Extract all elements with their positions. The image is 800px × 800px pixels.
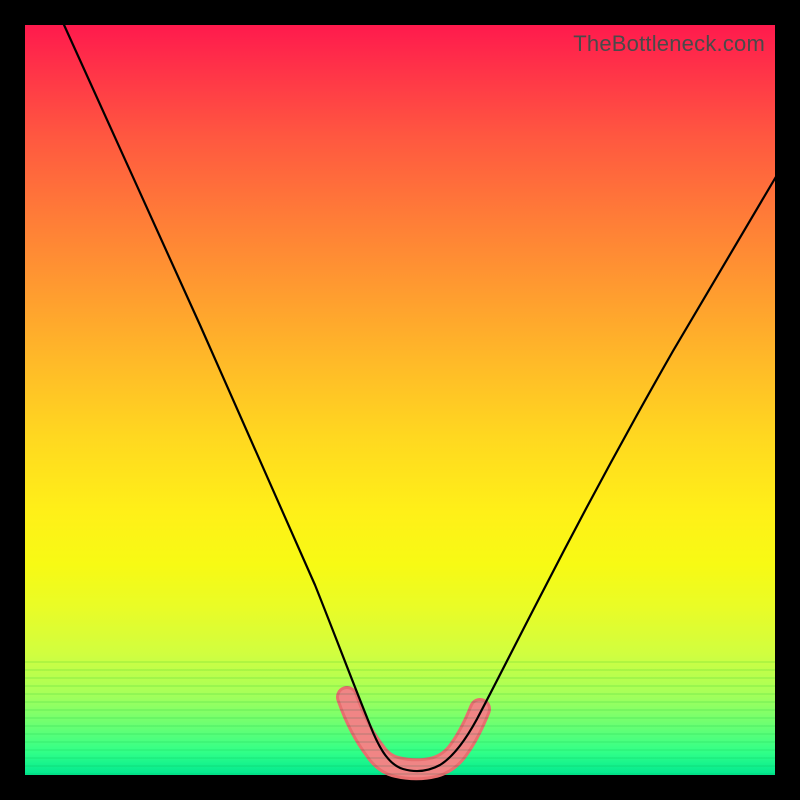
- bottleneck-curve: [25, 25, 775, 775]
- curve-main: [55, 5, 777, 771]
- plot-area: TheBottleneck.com: [25, 25, 775, 775]
- chart-frame: TheBottleneck.com: [0, 0, 800, 800]
